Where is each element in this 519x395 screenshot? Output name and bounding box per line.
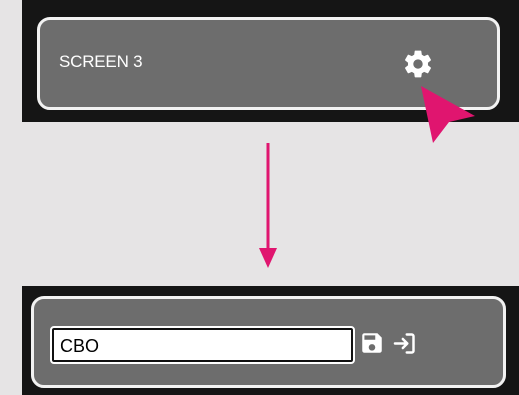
screen-title: SCREEN 3 [59,52,143,71]
screen-card-edit [31,296,506,388]
sign-in-icon[interactable] [391,330,418,357]
screen-name-input[interactable] [50,326,355,364]
screen-panel-bottom [22,286,519,395]
save-icon[interactable] [359,330,385,356]
gear-icon[interactable] [402,48,434,80]
down-arrow-icon [259,143,277,268]
screen-card[interactable]: SCREEN 3 [37,17,500,110]
screen-panel-top: SCREEN 3 [22,0,519,122]
